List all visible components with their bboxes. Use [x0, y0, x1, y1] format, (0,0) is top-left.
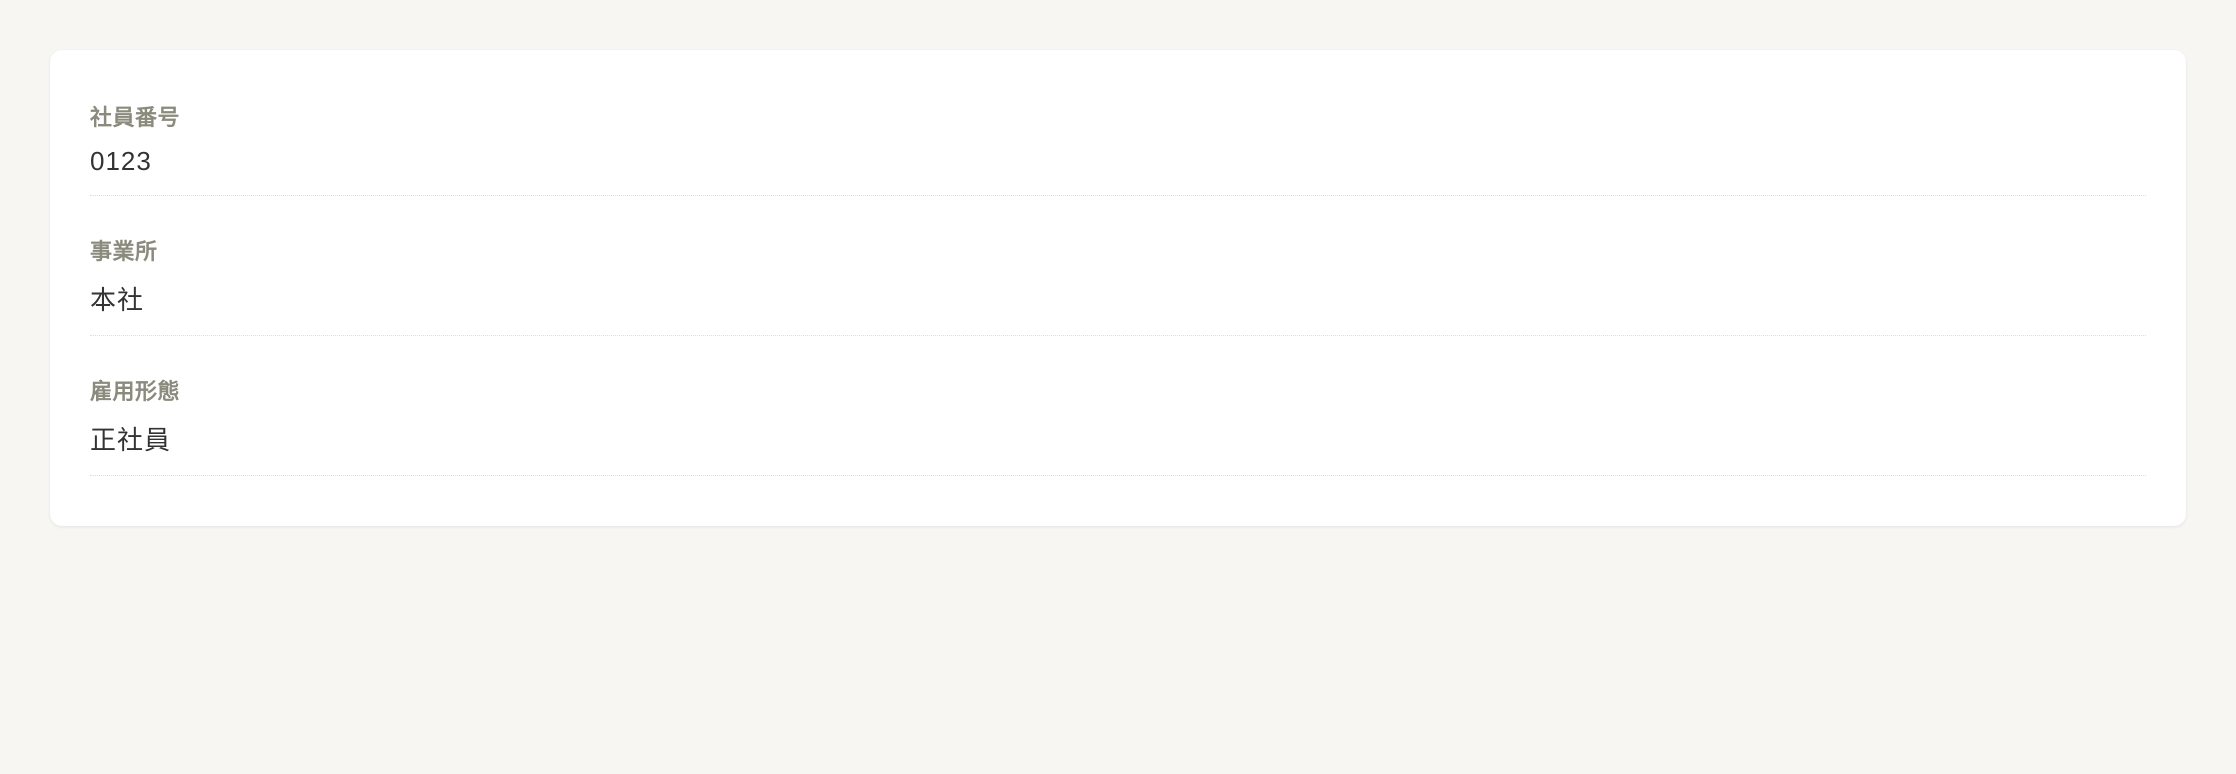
field-employment-type: 雇用形態 正社員 — [90, 364, 2146, 476]
employee-info-card: 社員番号 0123 事業所 本社 雇用形態 正社員 — [50, 50, 2186, 526]
field-label-office: 事業所 — [90, 234, 2146, 266]
field-value-employee-number: 0123 — [90, 146, 2146, 177]
field-label-employee-number: 社員番号 — [90, 100, 2146, 132]
field-office: 事業所 本社 — [90, 224, 2146, 336]
field-employee-number: 社員番号 0123 — [90, 90, 2146, 196]
field-label-employment-type: 雇用形態 — [90, 374, 2146, 406]
field-value-employment-type: 正社員 — [90, 420, 2146, 457]
field-value-office: 本社 — [90, 280, 2146, 317]
